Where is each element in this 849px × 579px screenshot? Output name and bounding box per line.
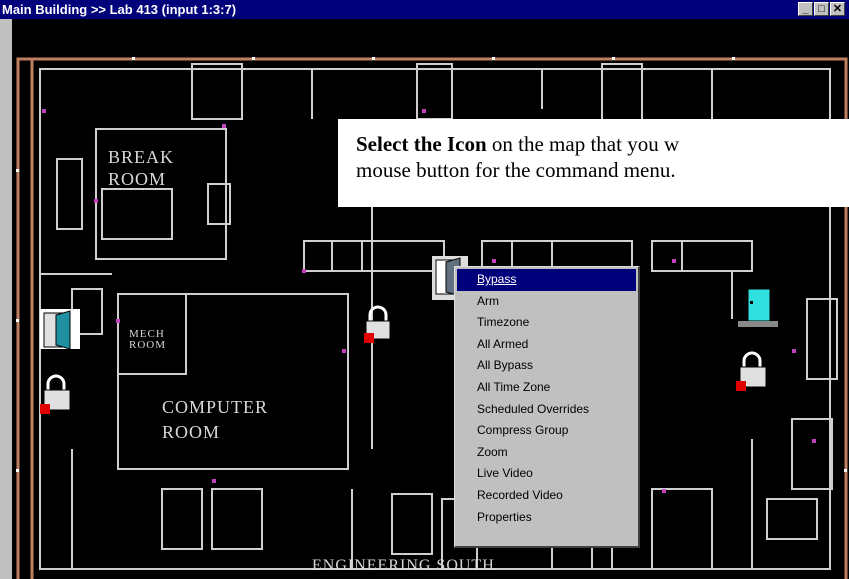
instruction-callout: Select the Icon on the map that you w mo… <box>338 119 849 207</box>
menu-item-properties[interactable]: Properties <box>457 507 636 529</box>
computer-room-label: COMPUTER <box>162 397 269 417</box>
close-button[interactable]: ✕ <box>830 2 845 16</box>
context-menu[interactable]: Bypass Arm Timezone All Armed All Bypass… <box>454 266 640 548</box>
callout-line-2: mouse button for the command menu. <box>356 158 676 182</box>
break-room-label-2: ROOM <box>108 169 167 189</box>
callout-line-1: Select the Icon on the map that you w <box>356 132 680 156</box>
minimize-button[interactable]: _ <box>798 2 813 16</box>
engineering-south-label: ENGINEERING SOUTH <box>312 557 495 574</box>
menu-item-all-time-zone[interactable]: All Time Zone <box>457 377 636 399</box>
mech-room-label-2: ROOM <box>129 339 167 351</box>
menu-item-timezone[interactable]: Timezone <box>457 312 636 334</box>
floor-plan-walls <box>16 57 848 579</box>
floor-plan-map[interactable]: BREAK ROOM MECH ROOM COMPUTER ROOM ENGIN… <box>12 19 849 579</box>
menu-item-bypass[interactable]: Bypass <box>457 269 636 291</box>
window-title: Main Building >> Lab 413 (input 1:3:7) <box>2 2 237 17</box>
menu-item-scheduled-overrides[interactable]: Scheduled Overrides <box>457 399 636 421</box>
break-room-label: BREAK <box>108 147 175 167</box>
window-titlebar[interactable]: Main Building >> Lab 413 (input 1:3:7) _… <box>0 0 849 19</box>
menu-item-compress-group[interactable]: Compress Group <box>457 420 636 442</box>
menu-item-zoom[interactable]: Zoom <box>457 442 636 464</box>
menu-item-recorded-video[interactable]: Recorded Video <box>457 485 636 507</box>
menu-item-arm[interactable]: Arm <box>457 291 636 313</box>
window-left-frame <box>0 19 12 579</box>
computer-room-label-2: ROOM <box>162 422 221 442</box>
menu-item-live-video[interactable]: Live Video <box>457 463 636 485</box>
menu-item-all-armed[interactable]: All Armed <box>457 334 636 356</box>
menu-item-all-bypass[interactable]: All Bypass <box>457 355 636 377</box>
maximize-button[interactable]: □ <box>814 2 829 16</box>
